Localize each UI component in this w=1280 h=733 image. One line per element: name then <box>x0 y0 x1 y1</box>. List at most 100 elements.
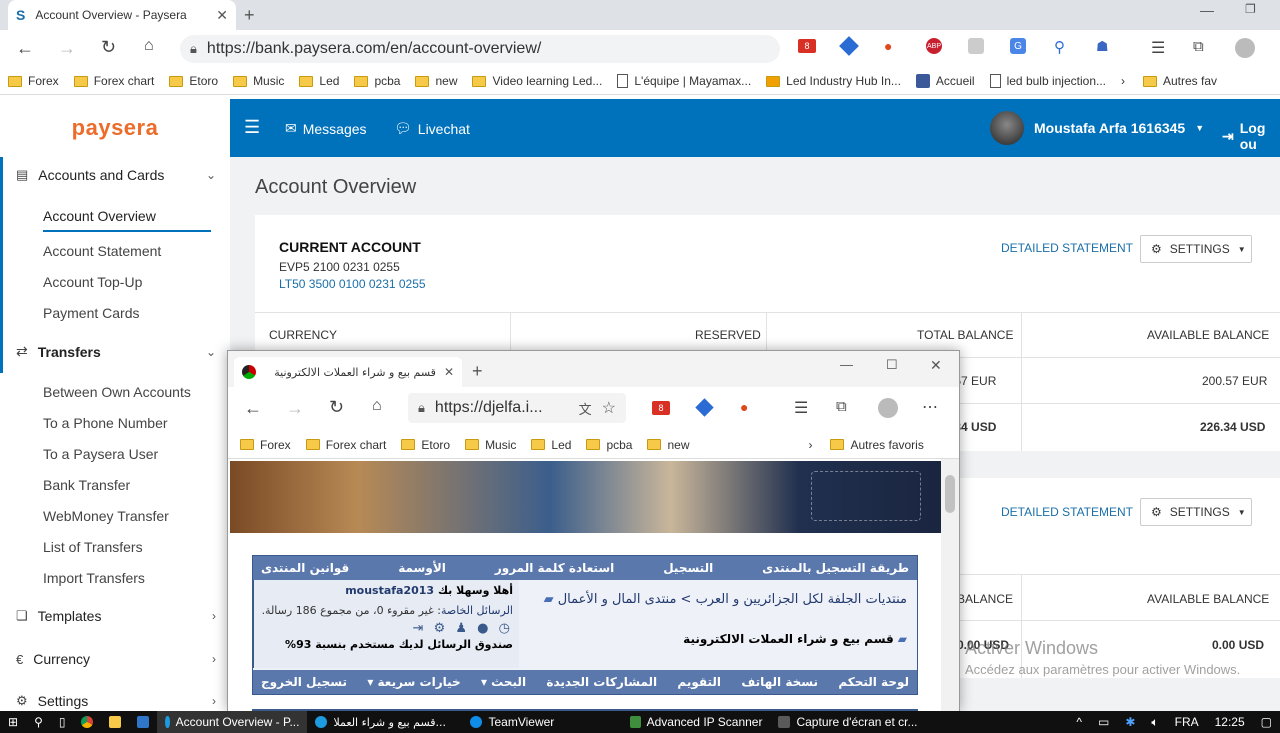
link-register[interactable]: التسجيل <box>663 561 713 575</box>
iban-number[interactable]: LT50 3500 0100 0231 0255 <box>279 277 426 291</box>
edge-scrollbar[interactable] <box>941 459 959 712</box>
back-icon[interactable]: ← <box>244 398 262 419</box>
language-indicator[interactable]: FRA <box>1167 711 1207 733</box>
logout-icon[interactable]: ⇥ <box>413 621 427 636</box>
bookmark-other-favorites[interactable]: Autres fav <box>1143 74 1217 88</box>
sidebar-item-templates[interactable]: ❏ Templates › <box>16 608 216 624</box>
sidebar-item-webmoney[interactable]: WebMoney Transfer <box>43 508 169 524</box>
link-mobile[interactable]: نسخة الهاتف <box>741 675 818 689</box>
forward-icon[interactable]: → <box>58 38 76 59</box>
link-badges[interactable]: الأوسمة <box>398 561 446 575</box>
network-icon[interactable]: ▭ <box>1090 711 1117 733</box>
sidebar-item-currency[interactable]: € Currency › <box>16 651 216 667</box>
bookmark-forex[interactable]: Forex <box>240 438 291 452</box>
clock[interactable]: 12:25 <box>1207 711 1253 733</box>
address-bar[interactable]: 🔒︎ https://bank.paysera.com/en/account-o… <box>180 35 780 63</box>
task-view-button[interactable]: ▯ <box>51 711 74 733</box>
profile-avatar-icon[interactable] <box>1235 38 1255 58</box>
breadcrumb-link[interactable]: منتديات الجلفة لكل الجزائريين و العرب > … <box>558 592 907 607</box>
bookmark-new[interactable]: new <box>647 438 689 452</box>
new-tab-icon[interactable]: + <box>472 361 483 382</box>
link-calendar[interactable]: التقويم <box>677 675 721 689</box>
chat-icon[interactable]: ● <box>477 621 491 636</box>
taskbar-item-paysera[interactable]: Account Overview - P... <box>157 711 308 733</box>
reading-list-icon[interactable]: ☰ <box>1151 38 1165 58</box>
extension-fire-icon[interactable]: ● <box>740 399 748 415</box>
bookmark-forex[interactable]: Forex <box>8 74 59 88</box>
home-icon[interactable]: ⌂ <box>144 37 154 55</box>
explorer-pin[interactable] <box>101 711 129 733</box>
minimize-icon[interactable]: — <box>1200 2 1214 18</box>
tray-chevron-icon[interactable]: ^ <box>1068 711 1090 733</box>
link-register-method[interactable]: طريقة التسجيل بالمنتدى <box>762 561 909 575</box>
chrome-pin[interactable] <box>73 711 101 733</box>
pm-link[interactable]: الرسائل الخاصة <box>441 604 513 617</box>
user-menu[interactable]: Moustafa Arfa 1616345 ▼ <box>990 111 1204 145</box>
bookmark-new[interactable]: new <box>415 74 457 88</box>
browser-tab[interactable]: S Account Overview - Paysera ✕ <box>8 0 236 30</box>
sidebar-item-list-transfers[interactable]: List of Transfers <box>43 539 143 555</box>
extension-search-icon[interactable]: ⚲ <box>1054 38 1065 56</box>
taskbar-item-ip-scanner[interactable]: Advanced IP Scanner <box>622 711 770 733</box>
edge-tab[interactable]: قسم بيع و شراء العملات الالكترونية ✕ <box>234 357 462 387</box>
more-icon[interactable]: ⋯ <box>922 397 938 417</box>
scrollbar-thumb[interactable] <box>945 475 955 513</box>
sidebar-item-accounts-cards[interactable]: ▤ Accounts and Cards ⌄ <box>16 167 216 183</box>
bookmark-other-favorites[interactable]: Autres favoris <box>830 438 924 452</box>
bookmarks-overflow-icon[interactable]: › <box>1121 74 1125 88</box>
link-control-panel[interactable]: لوحة التحكم <box>838 675 909 689</box>
bookmark-accueil[interactable]: Accueil <box>915 74 975 88</box>
start-button[interactable]: ⊞ <box>0 711 26 733</box>
reload-icon[interactable]: ↻ <box>101 37 116 58</box>
detailed-statement-link[interactable]: DETAILED STATEMENT <box>1001 505 1133 519</box>
bookmark-pcba[interactable]: pcba <box>586 438 632 452</box>
profile-avatar-icon[interactable] <box>878 398 898 418</box>
taskbar-item-djelfa[interactable]: قسم بيع و شراء العملا... <box>307 711 462 733</box>
sidebar-item-between-own[interactable]: Between Own Accounts <box>43 384 191 400</box>
notifications-icon[interactable]: ▢ <box>1253 711 1280 733</box>
forward-icon[interactable]: → <box>286 398 304 419</box>
minimize-icon[interactable]: — <box>840 357 853 372</box>
sidebar-item-import-transfers[interactable]: Import Transfers <box>43 570 145 586</box>
close-icon[interactable]: ✕ <box>444 365 454 379</box>
sidebar-item-settings[interactable]: ⚙ Settings › <box>16 693 216 709</box>
maximize-icon[interactable]: ☐ <box>886 357 898 373</box>
bookmark-lequipe[interactable]: L'équipe | Mayamax... <box>617 74 751 88</box>
sidebar-item-transfers[interactable]: ⇄ Transfers ⌄ <box>16 343 216 360</box>
sidebar-item-account-statement[interactable]: Account Statement <box>43 243 161 259</box>
close-window-icon[interactable]: ✕ <box>930 357 942 374</box>
extension-shield-icon[interactable] <box>695 398 714 417</box>
bluetooth-icon[interactable]: ✱ <box>1117 711 1143 733</box>
home-icon[interactable]: ⌂ <box>372 397 382 415</box>
collections-icon[interactable]: ⧉ <box>836 398 847 415</box>
link-new-posts[interactable]: المشاركات الجديدة <box>546 675 657 689</box>
bookmark-video-learning[interactable]: Video learning Led... <box>472 74 602 88</box>
maximize-icon[interactable]: ❐ <box>1245 2 1256 16</box>
star-icon[interactable]: ☆ <box>602 398 616 418</box>
detailed-statement-link[interactable]: DETAILED STATEMENT <box>1001 241 1133 255</box>
bookmark-music[interactable]: Music <box>233 74 284 88</box>
paysera-logo[interactable]: paysera <box>0 99 230 157</box>
bookmark-pcba[interactable]: pcba <box>354 74 400 88</box>
close-icon[interactable]: ✕ <box>216 7 228 24</box>
bookmark-etoro[interactable]: Etoro <box>169 74 218 88</box>
search-button[interactable]: ⚲ <box>26 711 51 733</box>
username-link[interactable]: moustafa2013 <box>345 584 434 597</box>
bookmark-led-industry[interactable]: Led Industry Hub In... <box>766 74 901 88</box>
logout-link[interactable]: ⇥ Log ou <box>1222 120 1280 152</box>
settings-button[interactable]: ⚙ SETTINGS ▼ <box>1140 235 1252 263</box>
extension-fire-icon[interactable]: ● <box>884 38 892 54</box>
link-rules[interactable]: قوانين المنتدى <box>261 561 349 575</box>
translate-icon[interactable]: G <box>1010 38 1026 54</box>
extension-people-icon[interactable]: ☗ <box>1096 38 1109 55</box>
extension-grey-icon[interactable] <box>968 38 984 54</box>
collections-icon[interactable]: ⧉ <box>1193 38 1204 55</box>
settings-button[interactable]: ⚙ SETTINGS ▼ <box>1140 498 1252 526</box>
bookmark-music[interactable]: Music <box>465 438 516 452</box>
bookmark-led[interactable]: Led <box>531 438 571 452</box>
reading-list-icon[interactable]: ☰ <box>794 398 808 418</box>
gmail-extension-icon[interactable]: 8 <box>652 401 670 415</box>
messages-link[interactable]: ✉ Messages <box>285 120 367 137</box>
bookmark-etoro[interactable]: Etoro <box>401 438 450 452</box>
sidebar-item-payment-cards[interactable]: Payment Cards <box>43 305 139 321</box>
